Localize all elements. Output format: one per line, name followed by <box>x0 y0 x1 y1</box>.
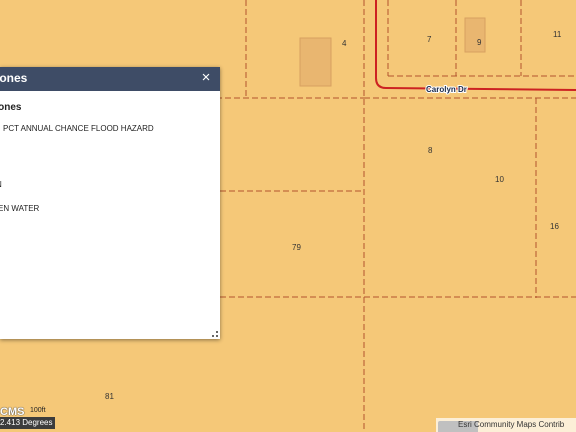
parcel-label: 11 <box>553 30 562 39</box>
popup-window: Zones × Zones PCT ANNUAL CHANCE FLOOD HA… <box>0 67 220 339</box>
parcel-label: 7 <box>427 35 432 44</box>
attribution-text[interactable]: Esri Community Maps Contrib <box>436 418 576 432</box>
parcel-label: 8 <box>428 146 433 155</box>
popup-subtitle: Zones <box>0 102 22 113</box>
building-footprint <box>464 17 486 53</box>
zone-row: N <box>0 180 2 189</box>
parcel-label: 9 <box>477 38 482 47</box>
parcel-label: 79 <box>292 243 301 252</box>
road-label: Carolyn Dr <box>426 85 467 94</box>
close-icon[interactable]: × <box>198 69 214 87</box>
zone-row: PCT ANNUAL CHANCE FLOOD HAZARD <box>3 124 154 133</box>
popup-body: Zones PCT ANNUAL CHANCE FLOOD HAZARD N E… <box>0 91 220 339</box>
resize-handle[interactable] <box>212 331 218 337</box>
popup-title: Zones <box>0 71 28 85</box>
parcel-label: 16 <box>550 222 559 231</box>
scale-unit: 100ft <box>30 407 46 414</box>
scale-bar: CMS 100ft <box>0 406 46 418</box>
coordinate-readout: 2.413 Degrees <box>0 417 56 429</box>
parcel-label: 10 <box>495 175 504 184</box>
parcel-label: 81 <box>105 392 114 401</box>
popup-header: Zones × <box>0 67 220 91</box>
building-footprint <box>299 37 332 87</box>
parcel-label: 4 <box>342 39 347 48</box>
zone-row: EN WATER <box>0 204 40 213</box>
